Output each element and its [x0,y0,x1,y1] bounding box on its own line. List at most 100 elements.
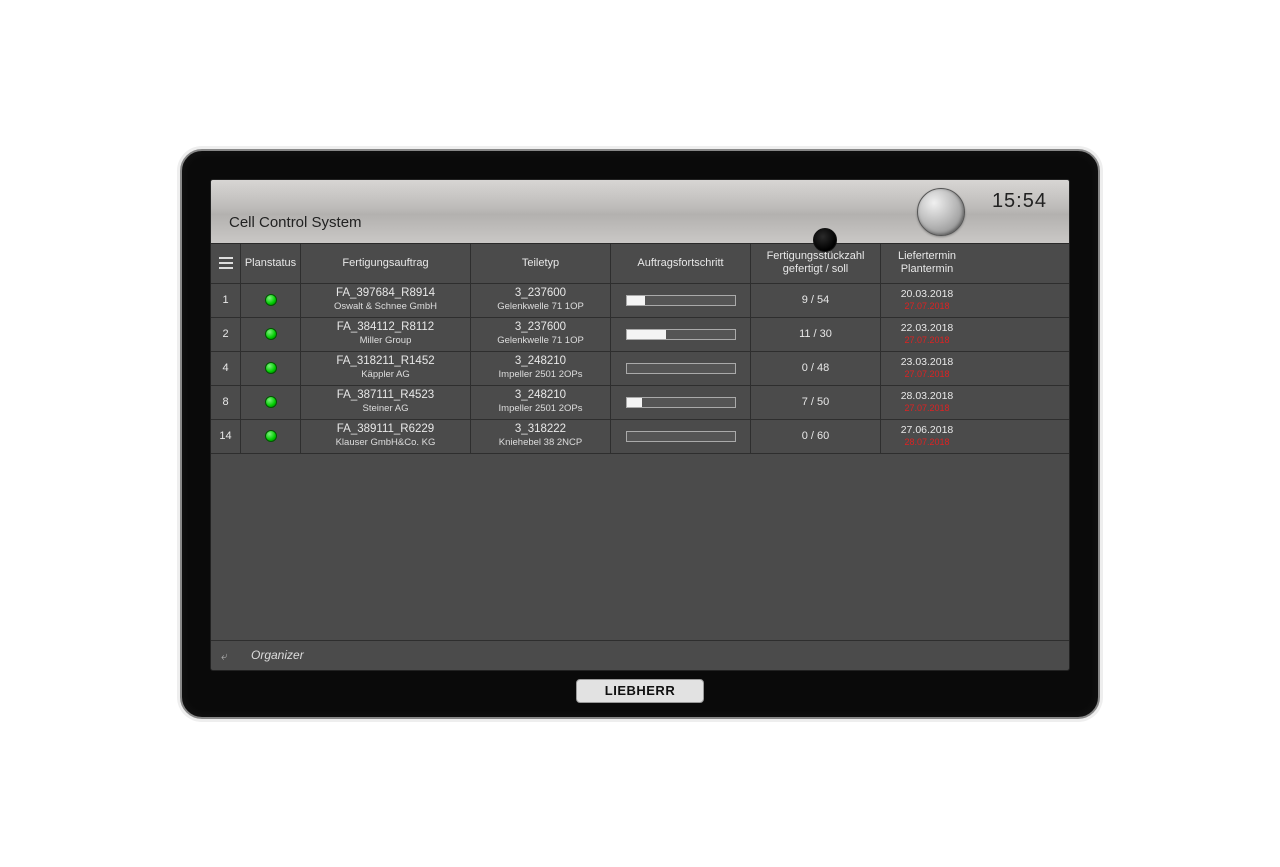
col-qty-line1: Fertigungsstückzahl [767,250,865,263]
part-cell: 3_318222Kniehebel 38 2NCP [471,420,611,453]
qty-cell: 9 / 54 [751,284,881,317]
order-cell: FA_318211_R1452Käppler AG [301,352,471,385]
part-desc: Gelenkwelle 71 1OP [497,335,584,346]
progress-bar [626,329,736,340]
order-id: FA_387111_R4523 [337,389,434,403]
qty-cell: 0 / 48 [751,352,881,385]
part-id: 3_318222 [515,423,566,437]
camera-dot [813,228,837,252]
part-desc: Gelenkwelle 71 1OP [497,301,584,312]
progress-cell [611,386,751,419]
order-id: FA_397684_R8914 [336,287,435,301]
table-row[interactable]: 2FA_384112_R8112Miller Group3_237600Gele… [211,318,1069,352]
status-cell [241,420,301,453]
date-cell: 23.03.201827.07.2018 [881,352,973,385]
progress-cell [611,284,751,317]
qty-cell: 0 / 60 [751,420,881,453]
col-date-line2: Plantermin [901,263,954,276]
table-row[interactable]: 4 FA_318211_R1452Käppler AG3_248210Impell… [211,352,1069,386]
date-cell: 22.03.201827.07.2018 [881,318,973,351]
qty-cell: 11 / 30 [751,318,881,351]
progress-bar [626,295,736,306]
menu-button[interactable] [211,244,241,283]
device-frame: Cell Control System 15:54 Planstatus Fer… [180,149,1100,719]
part-id: 3_237600 [515,321,566,335]
part-cell: 3_248210Impeller 2501 2OPs [471,386,611,419]
status-dot-icon [265,362,277,374]
progress-cell [611,420,751,453]
order-id: FA_384112_R8112 [337,321,434,335]
control-knob[interactable] [917,188,965,236]
plan-date: 27.07.2018 [904,403,949,414]
date-cell: 28.03.201827.07.2018 [881,386,973,419]
status-cell [241,318,301,351]
clock: 15:54 [992,190,1047,213]
part-desc: Impeller 2501 2OPs [499,403,583,414]
deliver-date: 28.03.2018 [901,390,954,403]
col-date[interactable]: Liefertermin Plantermin [881,244,973,283]
row-index: 4 [211,352,241,385]
plan-date: 27.07.2018 [904,335,949,346]
brand-plate: LIEBHERR [576,679,704,703]
table-row[interactable]: 1FA_397684_R8914Oswalt & Schnee GmbH3_23… [211,284,1069,318]
hamburger-icon [219,257,233,269]
footer-bar: ⤶ Organizer [211,640,1069,670]
customer-name: Oswalt & Schnee GmbH [334,301,437,312]
part-cell: 3_237600Gelenkwelle 71 1OP [471,284,611,317]
order-grid: Planstatus Fertigungsauftrag Teiletyp Au… [211,244,1069,670]
order-id: FA_318211_R1452 [336,355,434,369]
status-dot-icon [265,430,277,442]
col-planstatus[interactable]: Planstatus [241,244,301,283]
back-icon[interactable]: ⤶ [221,649,237,661]
status-dot-icon [265,328,277,340]
col-qty[interactable]: Fertigungsstückzahl gefertigt / soll [751,244,881,283]
date-cell: 27.06.201828.07.2018 [881,420,973,453]
plan-date: 27.07.2018 [904,301,949,312]
col-date-line1: Liefertermin [898,250,956,263]
progress-bar [626,363,736,374]
order-cell: FA_389111_R6229Klauser GmbH&Co. KG [301,420,471,453]
plan-date: 28.07.2018 [904,437,949,448]
order-cell: FA_384112_R8112Miller Group [301,318,471,351]
order-cell: FA_387111_R4523Steiner AG [301,386,471,419]
app-title: Cell Control System [229,214,362,231]
plan-date: 27.07.2018 [904,369,949,380]
part-id: 3_248210 [515,355,566,369]
col-order[interactable]: Fertigungsauftrag [301,244,471,283]
status-cell [241,352,301,385]
grid-empty-area [211,454,1069,640]
status-cell [241,284,301,317]
screen: Cell Control System 15:54 Planstatus Fer… [210,179,1070,671]
col-qty-line2: gefertigt / soll [783,263,848,276]
order-cell: FA_397684_R8914Oswalt & Schnee GmbH [301,284,471,317]
status-dot-icon [265,396,277,408]
deliver-date: 27.06.2018 [901,424,954,437]
row-index: 14 [211,420,241,453]
status-cell [241,386,301,419]
row-index: 2 [211,318,241,351]
grid-header-row: Planstatus Fertigungsauftrag Teiletyp Au… [211,244,1069,284]
table-row[interactable]: 8FA_387111_R4523Steiner AG3_248210Impell… [211,386,1069,420]
part-id: 3_237600 [515,287,566,301]
deliver-date: 22.03.2018 [901,322,954,335]
table-row[interactable]: 14FA_389111_R6229Klauser GmbH&Co. KG3_31… [211,420,1069,454]
part-id: 3_248210 [515,389,566,403]
deliver-date: 20.03.2018 [901,288,954,301]
qty-cell: 7 / 50 [751,386,881,419]
customer-name: Steiner AG [363,403,409,414]
col-parttype[interactable]: Teiletyp [471,244,611,283]
status-dot-icon [265,294,277,306]
footer-label[interactable]: Organizer [251,648,304,662]
deliver-date: 23.03.2018 [901,356,954,369]
customer-name: Miller Group [360,335,412,346]
order-id: FA_389111_R6229 [337,423,434,437]
header-bar: Cell Control System 15:54 [211,180,1069,244]
progress-cell [611,352,751,385]
progress-bar [626,431,736,442]
customer-name: Klauser GmbH&Co. KG [336,437,436,448]
date-cell: 20.03.201827.07.2018 [881,284,973,317]
part-cell: 3_237600Gelenkwelle 71 1OP [471,318,611,351]
part-cell: 3_248210Impeller 2501 2OPs [471,352,611,385]
part-desc: Kniehebel 38 2NCP [499,437,582,448]
col-progress[interactable]: Auftragsfortschritt [611,244,751,283]
